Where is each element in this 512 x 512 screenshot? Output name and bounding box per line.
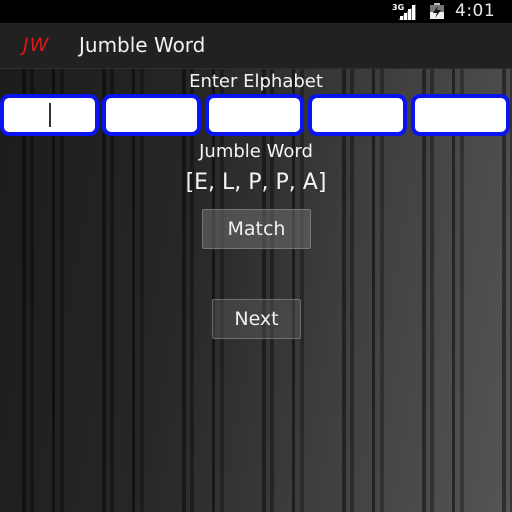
app-title: Jumble Word: [79, 33, 206, 57]
match-button[interactable]: Match: [202, 209, 311, 249]
jumble-word-label: Jumble Word: [199, 141, 313, 162]
app-logo: JW: [23, 34, 50, 56]
status-bar: 3G 4:01: [0, 0, 512, 23]
letter-input-5[interactable]: [411, 94, 510, 136]
next-button[interactable]: Next: [212, 299, 301, 339]
signal-bars-icon: 3G: [392, 3, 416, 20]
letter-input-4[interactable]: [308, 94, 407, 136]
clock: 4:01: [455, 1, 496, 21]
letter-input-row: [0, 94, 512, 136]
action-bar: JW Jumble Word: [0, 23, 512, 69]
text-cursor: [49, 103, 51, 127]
battery-charging-icon: [430, 3, 444, 19]
letter-input-3[interactable]: [205, 94, 304, 136]
main-content: Enter Elphabet Jumble Word [E, L, P, P, …: [0, 69, 512, 512]
network-type-label: 3G: [392, 3, 404, 12]
letter-input-2[interactable]: [102, 94, 201, 136]
jumbled-letters: [E, L, P, P, A]: [185, 170, 327, 195]
enter-alphabet-label: Enter Elphabet: [189, 71, 323, 92]
